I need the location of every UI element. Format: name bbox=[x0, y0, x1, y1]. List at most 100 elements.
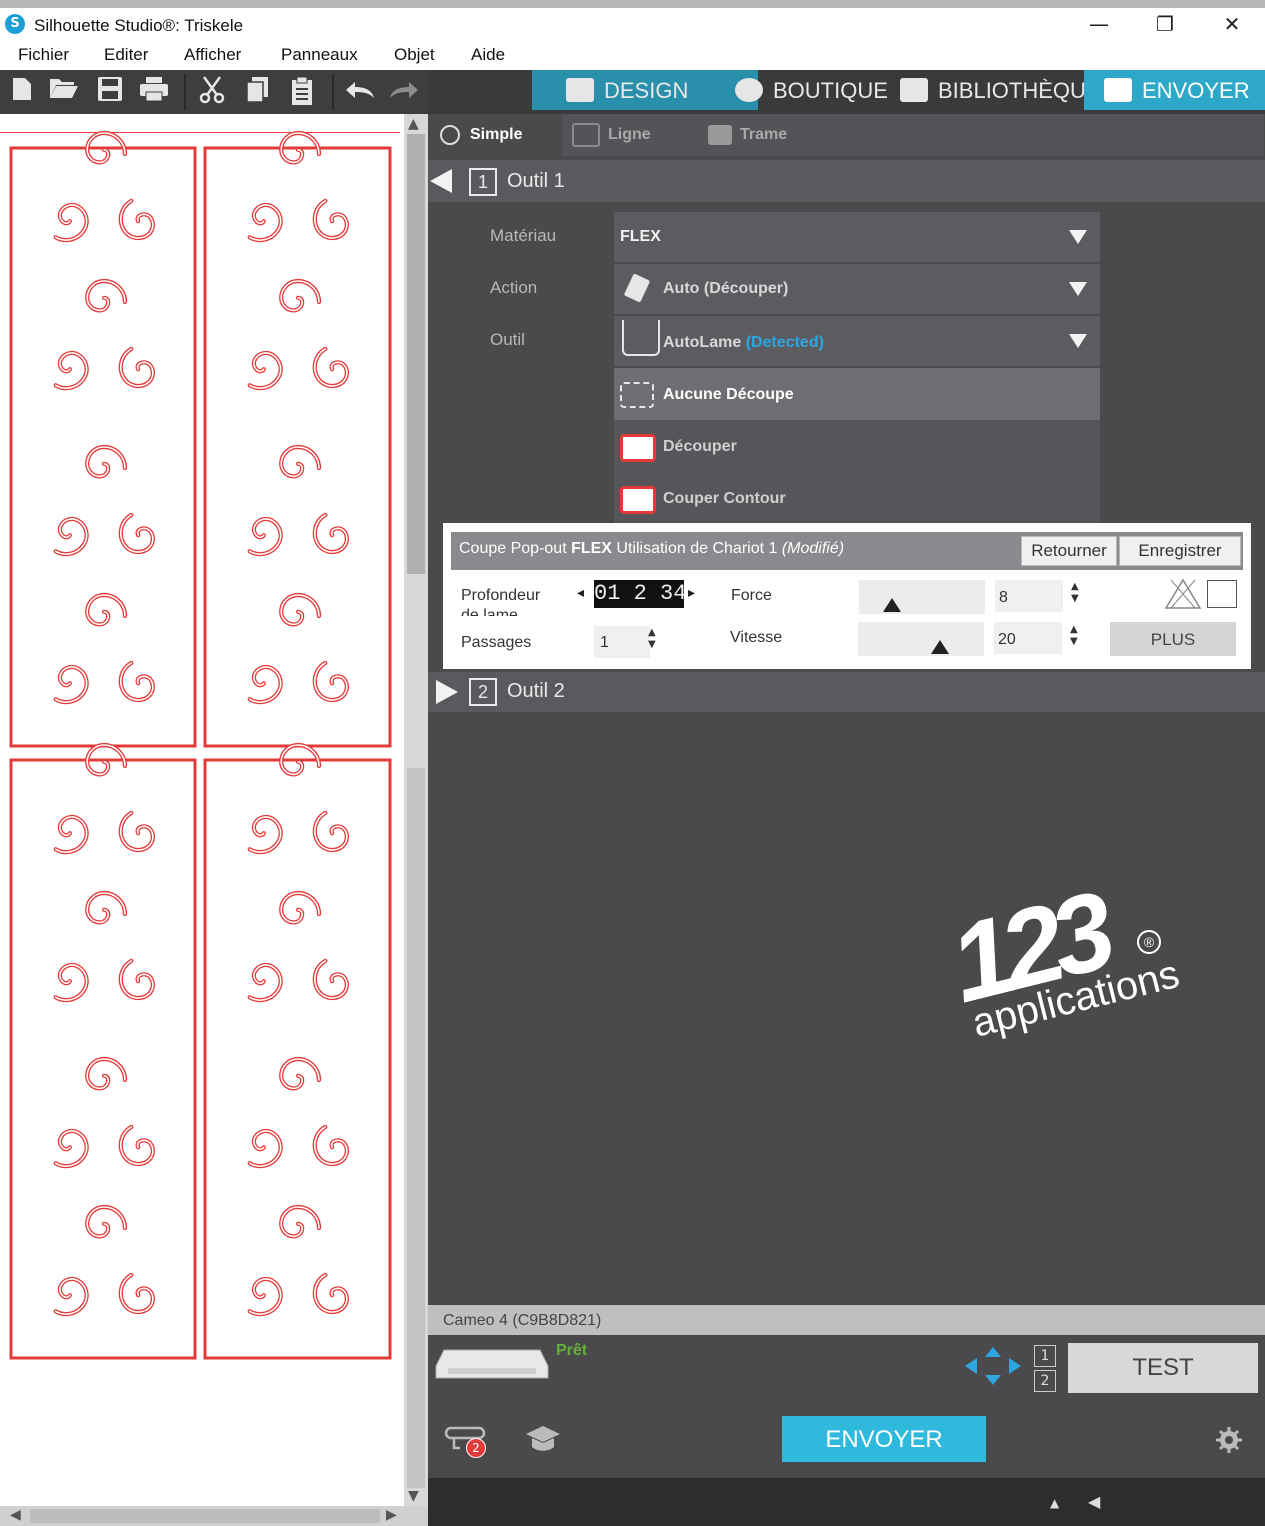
panel-1 bbox=[9, 133, 197, 748]
tool2-number: 2 bbox=[469, 678, 497, 706]
option-no-cut-label: Aucune Découpe bbox=[663, 386, 794, 403]
title-bar: S Silhouette Studio®: Triskele — ❐ ✕ bbox=[0, 8, 1265, 42]
close-button[interactable]: ✕ bbox=[1199, 8, 1265, 42]
action-select[interactable]: Auto (Découper) bbox=[614, 264, 1100, 314]
tab-boutique[interactable]: BOUTIQUE bbox=[735, 70, 888, 110]
tool1-header[interactable]: 1 Outil 1 bbox=[428, 160, 1265, 202]
option-cut-contour[interactable]: Couper Contour bbox=[614, 472, 1100, 524]
grid-icon bbox=[566, 78, 594, 103]
option-cut[interactable]: Découper bbox=[614, 420, 1100, 472]
open-folder-icon[interactable] bbox=[48, 76, 80, 108]
speed-slider[interactable] bbox=[858, 622, 984, 656]
blade-depth-label: Profondeur de lame bbox=[461, 587, 541, 616]
notification-badge: 2 bbox=[466, 1438, 486, 1458]
force-slider[interactable] bbox=[859, 580, 985, 614]
fill-mode-icon bbox=[708, 124, 732, 145]
tab-bibliotheque[interactable]: BIBLIOTHÈQUE bbox=[900, 70, 1084, 110]
print-icon[interactable] bbox=[138, 76, 170, 108]
new-file-icon[interactable] bbox=[6, 76, 38, 108]
menu-bar: Fichier Editer Afficher Panneaux Objet A… bbox=[0, 42, 1265, 70]
tool-slot-1[interactable]: 1 bbox=[1034, 1345, 1056, 1367]
scroll-up-icon[interactable]: ▲ bbox=[408, 116, 419, 132]
vertical-scroll-track bbox=[407, 768, 425, 1488]
menu-fichier[interactable]: Fichier bbox=[18, 45, 69, 65]
cutter-machine-icon bbox=[434, 1346, 550, 1382]
more-button[interactable]: PLUS bbox=[1110, 622, 1236, 656]
passes-input[interactable]: 1 bbox=[594, 626, 650, 658]
speed-input[interactable]: 20 bbox=[994, 622, 1062, 654]
cut-icon[interactable] bbox=[196, 76, 228, 108]
speaker-icon[interactable]: ◀ bbox=[1088, 1492, 1100, 1511]
copy-icon[interactable] bbox=[242, 76, 274, 108]
return-button[interactable]: Retourner bbox=[1021, 536, 1117, 566]
tool2-header[interactable]: 2 Outil 2 bbox=[428, 672, 1265, 712]
tutorial-cap-icon[interactable] bbox=[524, 1424, 562, 1460]
vertical-scroll-thumb[interactable] bbox=[407, 134, 425, 574]
library-icon bbox=[900, 78, 928, 103]
device-name[interactable]: Cameo 4 (C9B8D821) bbox=[443, 1312, 601, 1330]
tool-detected: (Detected) bbox=[745, 334, 824, 351]
mode-tab-trame[interactable]: Trame bbox=[708, 114, 787, 156]
passes-stepper[interactable]: ▲ ▼ bbox=[648, 627, 656, 651]
undo-icon[interactable] bbox=[344, 76, 376, 108]
tool-label: Outil bbox=[490, 330, 525, 349]
force-input[interactable]: 8 bbox=[995, 580, 1063, 612]
minimize-button[interactable]: — bbox=[1066, 8, 1132, 42]
store-icon bbox=[735, 78, 763, 103]
blade-icon bbox=[623, 273, 651, 303]
menu-afficher[interactable]: Afficher bbox=[184, 45, 241, 65]
watermark-registered: ® bbox=[1137, 930, 1161, 954]
panel-3 bbox=[9, 745, 197, 1360]
triangle-shape-icon[interactable] bbox=[1163, 576, 1203, 614]
scroll-right-icon[interactable]: ▶ bbox=[386, 1507, 397, 1523]
cut-settings-header: Coupe Pop-out FLEX Utilisation de Chario… bbox=[451, 532, 1243, 570]
tool-select[interactable]: AutoLame (Detected) bbox=[614, 316, 1100, 366]
menu-editer[interactable]: Editer bbox=[104, 45, 148, 65]
force-label: Force bbox=[731, 587, 772, 604]
save-settings-button[interactable]: Enregistrer bbox=[1119, 536, 1241, 566]
speed-stepper[interactable]: ▲ ▼ bbox=[1070, 624, 1078, 648]
save-icon[interactable] bbox=[94, 76, 126, 108]
arrow-right-icon[interactable]: ▸ bbox=[688, 585, 695, 601]
expand-arrow-icon[interactable] bbox=[436, 680, 458, 704]
tool-slot-2[interactable]: 2 bbox=[1034, 1370, 1056, 1392]
menu-aide[interactable]: Aide bbox=[471, 45, 505, 65]
scroll-left-icon[interactable]: ◀ bbox=[10, 1507, 21, 1523]
design-canvas[interactable] bbox=[0, 114, 404, 1506]
material-select[interactable]: FLEX bbox=[614, 212, 1100, 262]
mode-tab-ligne[interactable]: Ligne bbox=[572, 114, 651, 156]
collapse-arrow-icon[interactable] bbox=[430, 169, 452, 193]
tab-design[interactable]: DESIGN bbox=[566, 70, 688, 110]
option-cut-contour-label: Couper Contour bbox=[663, 490, 786, 507]
tab-envoyer[interactable]: ENVOYER bbox=[1104, 70, 1250, 110]
scroll-down-icon[interactable]: ▼ bbox=[408, 1488, 419, 1504]
send-button[interactable]: ENVOYER bbox=[782, 1416, 986, 1462]
toolbar-separator bbox=[332, 74, 334, 110]
force-stepper[interactable]: ▲ ▼ bbox=[1071, 581, 1079, 605]
radio-icon bbox=[440, 124, 460, 145]
move-arrows-icon[interactable] bbox=[964, 1346, 1022, 1390]
square-shape-icon[interactable] bbox=[1207, 580, 1237, 608]
tray-chevron-up-icon[interactable]: ▲ bbox=[1050, 1496, 1059, 1510]
option-no-cut[interactable]: Aucune Découpe bbox=[614, 368, 1100, 420]
passes-label: Passages bbox=[461, 634, 532, 651]
blade-depth-dial[interactable]: 01 2 34 bbox=[594, 580, 684, 608]
chevron-down-icon bbox=[1069, 230, 1087, 244]
redo-icon[interactable] bbox=[388, 76, 420, 108]
action-value: Auto (Découper) bbox=[663, 280, 789, 297]
horizontal-scroll-thumb[interactable] bbox=[30, 1509, 380, 1523]
test-button[interactable]: TEST bbox=[1068, 1343, 1258, 1393]
gear-icon[interactable] bbox=[1215, 1426, 1243, 1458]
toolbar-separator bbox=[184, 74, 186, 110]
restore-button[interactable]: ❐ bbox=[1132, 8, 1198, 42]
menu-panneaux[interactable]: Panneaux bbox=[281, 45, 358, 65]
main-toolbar bbox=[0, 70, 428, 114]
mode-tab-simple[interactable]: Simple bbox=[440, 114, 522, 156]
speed-slider-thumb[interactable] bbox=[931, 640, 949, 654]
tool1-title: Outil 1 bbox=[507, 170, 565, 192]
autoblade-icon bbox=[622, 320, 660, 356]
force-slider-thumb[interactable] bbox=[883, 598, 901, 612]
menu-objet[interactable]: Objet bbox=[394, 45, 435, 65]
paste-icon[interactable] bbox=[286, 76, 318, 108]
arrow-left-icon[interactable]: ◂ bbox=[577, 585, 584, 601]
